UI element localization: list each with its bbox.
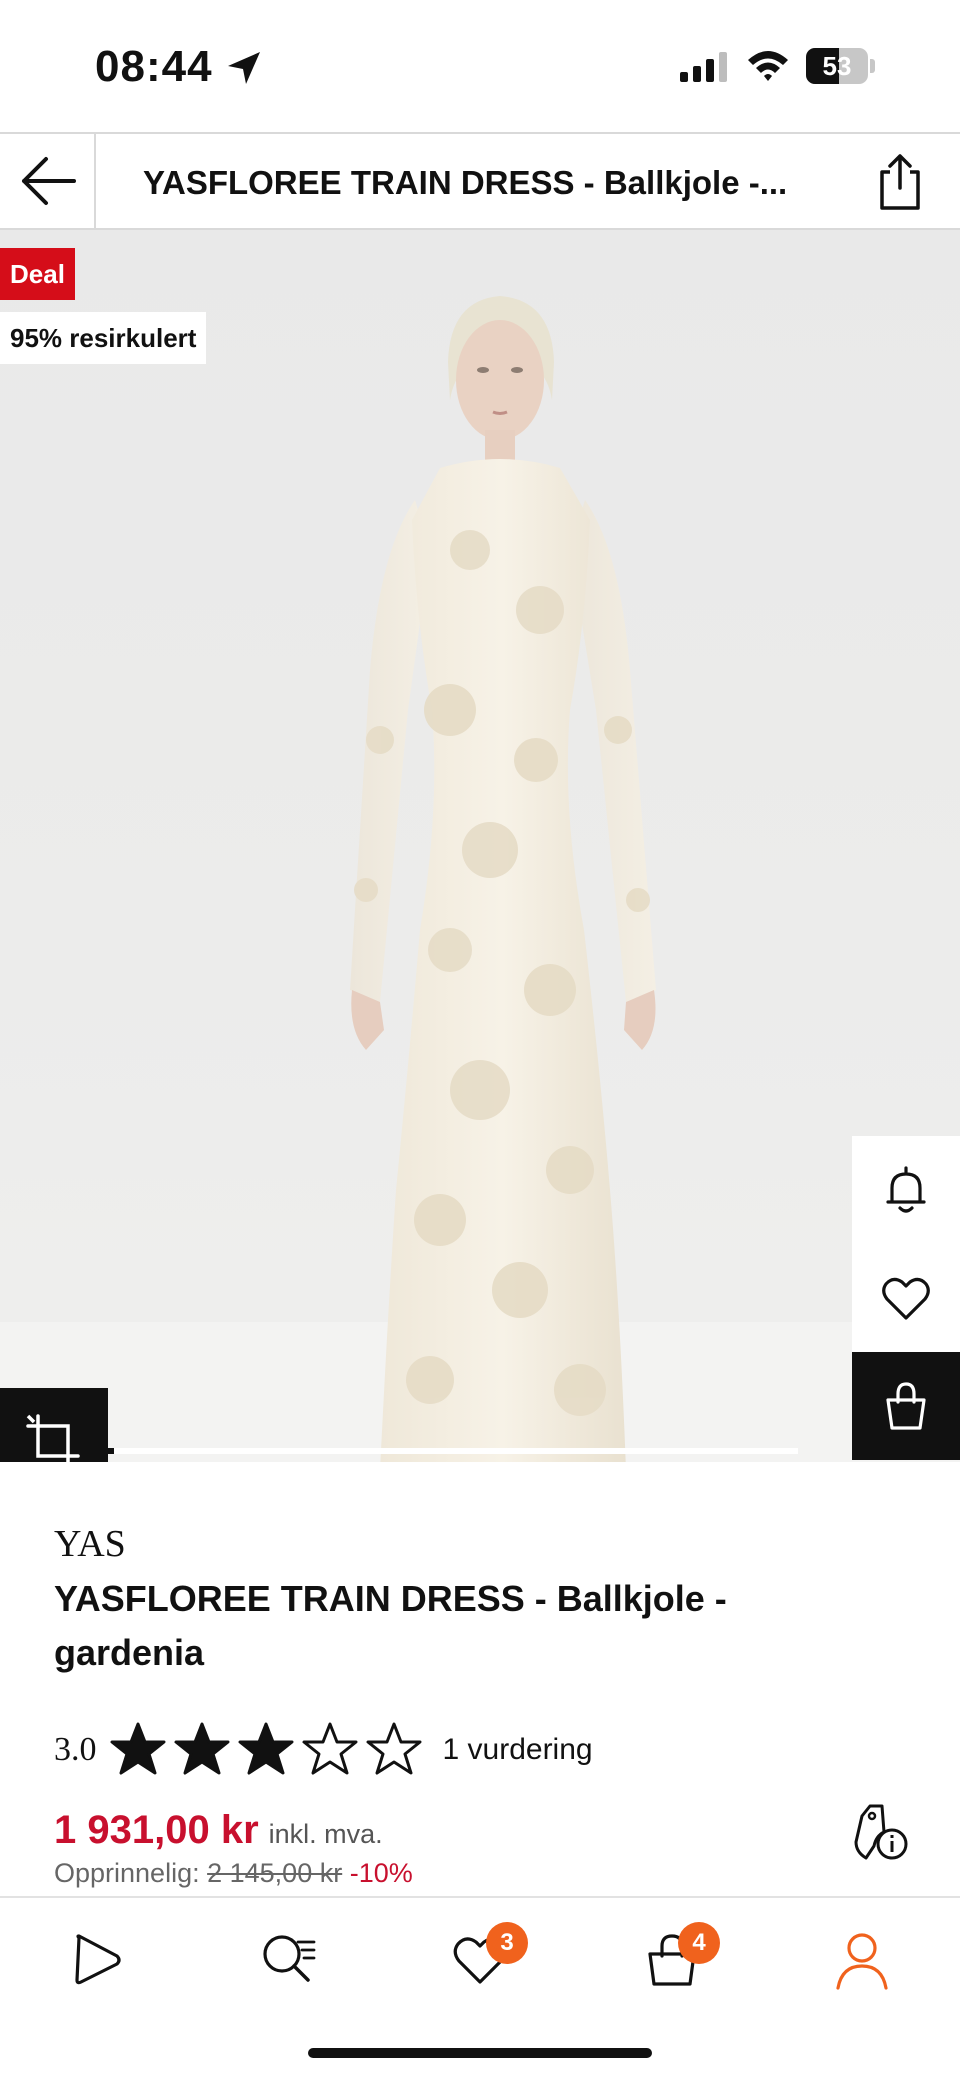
tab-search[interactable] [248,1920,328,2000]
wishlist-count-badge: 3 [486,1922,528,1964]
brand-name[interactable]: YAS [54,1522,126,1566]
rating-count: 1 vurdering [442,1733,593,1766]
search-list-icon [263,1935,316,1982]
product-header: YASFLOREE TRAIN DRESS - Ballkjole -... [0,132,960,230]
current-price: 1 931,00 kr [54,1808,259,1852]
original-price-row: Opprinnelig: 2 145,00 kr -10% [54,1858,413,1889]
share-icon[interactable] [870,152,930,212]
price-row: 1 931,00 kr inkl. mva. [54,1808,383,1853]
star-filled-icon [238,1722,293,1775]
discount-percent: -10% [349,1858,413,1888]
product-photo [350,296,656,1462]
header-title: YASFLOREE TRAIN DRESS - Ballkjole -... [143,164,788,201]
original-label: Opprinnelig: [54,1858,200,1888]
price-tag-info-icon[interactable] [850,1802,910,1862]
bell-icon [886,1166,926,1213]
tab-bag[interactable]: 4 [632,1920,720,2000]
gallery-progress-indicator [108,1448,114,1454]
back-button[interactable] [0,134,96,228]
heart-icon [882,1277,930,1320]
wishlist-button[interactable] [852,1244,960,1352]
user-profile-icon [836,1933,888,1990]
rating-value: 3.0 [54,1731,97,1768]
product-name: YASFLOREE TRAIN DRESS - Ballkjole - gard… [54,1578,727,1673]
bag-count-badge: 4 [678,1922,720,1964]
product-image-gallery[interactable]: Deal 95% resirkulert [0,230,960,1462]
home-indicator [308,2048,652,2058]
vat-label: inkl. mva. [268,1819,383,1849]
deal-badge: Deal [0,248,75,300]
tab-home[interactable] [57,1920,137,2000]
tab-profile[interactable] [822,1920,902,2000]
tab-wishlist[interactable]: 3 [440,1920,528,2000]
rating-row[interactable]: 3.0 1 vurdering [54,1720,593,1780]
cellular-signal-icon [680,52,727,82]
gallery-progress-bar [108,1448,798,1454]
product-info: YAS YASFLOREE TRAIN DRESS - Ballkjole - … [0,1462,960,1896]
notify-button[interactable] [852,1136,960,1244]
add-to-bag-button[interactable] [852,1352,960,1460]
status-time: 08:44 [95,42,213,91]
battery-indicator: 53 [806,48,876,84]
star-empty-icon [302,1722,357,1775]
status-bar: 08:44 53 [0,0,960,132]
battery-percent: 53 [822,51,852,81]
star-filled-icon [174,1722,229,1775]
play-home-icon [75,1934,121,1985]
arrow-left-icon [22,157,76,205]
original-price: 2 145,00 kr [207,1858,343,1888]
star-empty-icon [366,1722,421,1775]
star-filled-icon [110,1722,165,1775]
shopping-bag-icon [886,1382,926,1430]
wifi-icon [748,51,788,81]
rating-stars [109,1721,429,1779]
location-arrow-icon [228,52,260,84]
recycled-badge: 95% resirkulert [0,312,207,364]
